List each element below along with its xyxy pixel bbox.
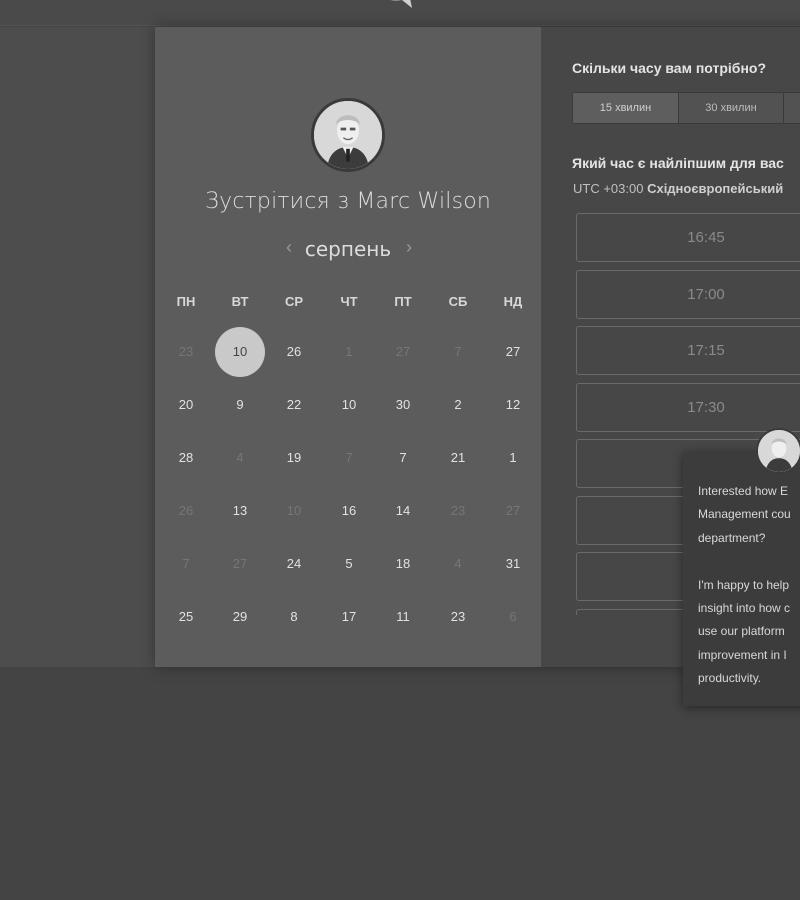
meeting-title: Зустрітися з Marc Wilson xyxy=(204,189,492,214)
chat-logo-icon xyxy=(390,0,412,8)
chat-agent-avatar[interactable] xyxy=(756,428,800,474)
timezone-name: Східноєвропейський xyxy=(647,181,784,196)
calendar-day[interactable]: 12 xyxy=(488,380,538,430)
calendar-day[interactable]: 9 xyxy=(215,380,265,430)
calendar-day: 27 xyxy=(395,344,411,359)
duration-option-15[interactable]: 15 хвилин xyxy=(573,93,679,123)
timezone-label: UTC +03:00 Східноєвропейський xyxy=(573,181,783,196)
calendar-day: 7 xyxy=(454,344,462,359)
calendar-day[interactable]: 5 xyxy=(324,539,374,589)
calendar-panel: Зустрітися з Marc Wilson ‹ серпень › ПН … xyxy=(155,27,541,667)
calendar-day[interactable]: 30 xyxy=(378,380,428,430)
calendar-day[interactable]: 8 xyxy=(269,592,319,642)
chevron-left-icon[interactable]: ‹ xyxy=(279,237,299,258)
duration-question: Скільки часу вам потрібно? xyxy=(572,60,767,76)
month-label: серпень xyxy=(304,237,392,261)
calendar-day: 23 xyxy=(178,344,194,359)
weekday-label: ПН xyxy=(176,294,196,309)
time-slot[interactable]: 17:30 xyxy=(576,383,800,432)
chevron-right-icon[interactable]: › xyxy=(399,237,419,258)
calendar-day[interactable]: 29 xyxy=(215,592,265,642)
calendar-day[interactable]: 17 xyxy=(324,592,374,642)
calendar-day[interactable]: 2 xyxy=(433,380,483,430)
calendar-day[interactable]: 27 xyxy=(488,327,538,377)
month-navigation: ‹ серпень › xyxy=(155,235,541,263)
calendar-day[interactable]: 14 xyxy=(378,486,428,536)
calendar-day: 27 xyxy=(505,503,521,518)
calendar-day[interactable]: 18 xyxy=(378,539,428,589)
person-portrait-icon xyxy=(314,101,382,169)
calendar-day: 27 xyxy=(232,556,248,571)
calendar-day[interactable]: 28 xyxy=(161,433,211,483)
weekday-label: ВТ xyxy=(231,294,249,309)
calendar-day: 7 xyxy=(182,556,190,571)
chat-message: Interested how E Management cou departme… xyxy=(698,484,791,686)
calendar-day[interactable]: 11 xyxy=(378,592,428,642)
calendar-day: 1 xyxy=(345,344,353,359)
calendar-day: 4 xyxy=(236,450,244,465)
time-slot[interactable]: 17:15 xyxy=(576,326,800,375)
weekday-label: СР xyxy=(284,294,304,309)
calendar-day[interactable]: 26 xyxy=(269,327,319,377)
calendar-day[interactable]: 10 xyxy=(324,380,374,430)
page-footer-area xyxy=(0,667,800,900)
calendar-day[interactable]: 7 xyxy=(378,433,428,483)
calendar-day[interactable]: 16 xyxy=(324,486,374,536)
calendar-day: 6 xyxy=(509,609,517,624)
calendar-day[interactable]: 24 xyxy=(269,539,319,589)
host-avatar xyxy=(311,98,385,172)
time-slot[interactable]: 16:45 xyxy=(576,213,800,262)
time-slot[interactable]: 17:00 xyxy=(576,270,800,319)
weekday-label: НД xyxy=(503,294,523,309)
calendar-day[interactable]: 22 xyxy=(269,380,319,430)
time-question: Який час є найліпшим для вас xyxy=(572,155,784,171)
weekday-label: ПТ xyxy=(394,294,412,309)
duration-option-more[interactable] xyxy=(784,93,800,123)
calendar-day[interactable]: 1 xyxy=(488,433,538,483)
calendar-day: 4 xyxy=(454,556,462,571)
timezone-code: UTC +03:00 xyxy=(573,181,644,196)
calendar-day[interactable]: 19 xyxy=(269,433,319,483)
duration-option-30[interactable]: 30 хвилин xyxy=(679,93,784,123)
calendar-day[interactable]: 23 xyxy=(433,592,483,642)
calendar-day[interactable]: 25 xyxy=(161,592,211,642)
calendar-day-selected[interactable]: 10 xyxy=(215,327,265,377)
calendar-day[interactable]: 21 xyxy=(433,433,483,483)
calendar-day[interactable]: 13 xyxy=(215,486,265,536)
weekday-label: ЧТ xyxy=(340,294,358,309)
calendar-day[interactable]: 31 xyxy=(488,539,538,589)
calendar-day: 7 xyxy=(345,450,353,465)
person-portrait-icon xyxy=(758,430,800,472)
chat-popup[interactable]: Interested how E Management cou departme… xyxy=(683,452,800,706)
duration-selector: 15 хвилин 30 хвилин xyxy=(572,92,800,124)
calendar-day: 10 xyxy=(286,503,302,518)
top-bar xyxy=(0,0,800,26)
calendar-day: 26 xyxy=(178,503,194,518)
calendar-day: 23 xyxy=(450,503,466,518)
calendar-day[interactable]: 20 xyxy=(161,380,211,430)
weekday-label: СБ xyxy=(448,294,468,309)
